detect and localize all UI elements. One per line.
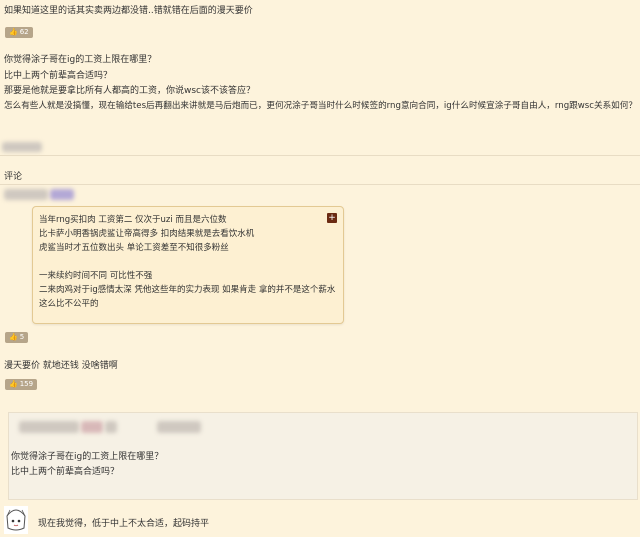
- like-button[interactable]: 👍 62: [5, 27, 33, 38]
- post-3-text: 漫天要价 就地还钱 没啥错啊: [4, 361, 118, 371]
- like-count: 5: [19, 333, 25, 341]
- reply-text: 现在我觉得，低于中上不太合适，起码持平: [38, 519, 210, 529]
- post-2-line-2: 比中上两个前辈高合适吗？: [4, 71, 113, 81]
- divider: [0, 184, 640, 185]
- bubble-line-3: 虎鲨当时才五位数出头 单论工资差至不知很多粉丝: [39, 243, 229, 253]
- bubble-line-7: 这么比不公平的: [39, 299, 99, 309]
- blurred-quoted-user: [81, 421, 103, 433]
- post-2-line-1: 你觉得涂子哥在ig的工资上限在哪里？: [4, 55, 157, 65]
- post-2-line-4: 怎么有些人就是没搞懂，现在输给tes后再翻出来讲就是马后炮而已，更何况涂子哥当时…: [4, 101, 637, 111]
- avatar[interactable]: [4, 506, 28, 534]
- thumb-up-icon: 👍: [9, 333, 18, 341]
- like-button[interactable]: 👍 5: [5, 332, 29, 343]
- divider: [0, 155, 640, 156]
- bubble-line-1: 当年rng买扣肉 工资第二 仅次于uzi 而且是六位数: [39, 215, 227, 225]
- like-count: 62: [19, 28, 29, 36]
- blurred-commenter: [4, 189, 48, 200]
- blurred-username: [2, 142, 42, 152]
- expand-button[interactable]: +: [327, 213, 337, 223]
- bubble-line-5: 一来续约时间不同 可比性不强: [39, 271, 153, 281]
- quote-line-2: 比中上两个前辈高合适吗？: [11, 467, 120, 477]
- blurred-quoted-user: [157, 421, 201, 433]
- post-2-line-3: 那要是他就是要拿比所有人都高的工资，你说wsc该不该答应？: [4, 86, 255, 96]
- bubble-line-2: 比卡萨小明香锅虎鲨让帝高得多 扣肉结果就是去看饮水机: [39, 229, 255, 239]
- comments-label: 评论: [4, 172, 23, 182]
- quote-box: 你觉得涂子哥在ig的工资上限在哪里？ 比中上两个前辈高合适吗？: [8, 412, 638, 500]
- anime-avatar-icon: [4, 506, 28, 534]
- blurred-quoted-user: [19, 421, 79, 433]
- bubble-line-6: 二来肉鸡对于ig感情太深 凭他这些年的实力表现 如果肯走 拿的并不是这个薪水: [39, 285, 336, 295]
- like-count: 159: [19, 380, 34, 388]
- thumb-up-icon: 👍: [9, 380, 18, 388]
- thumb-up-icon: 👍: [9, 28, 18, 36]
- post-1-text: 如果知道这里的话其实卖两边都没错..错就错在后面的漫天要价: [4, 6, 253, 16]
- blurred-quoted-user: [105, 421, 117, 433]
- quote-line-1: 你觉得涂子哥在ig的工资上限在哪里？: [11, 452, 164, 462]
- reply-bubble: + 当年rng买扣肉 工资第二 仅次于uzi 而且是六位数 比卡萨小明香锅虎鲨让…: [32, 206, 344, 324]
- like-button[interactable]: 👍 159: [5, 379, 38, 390]
- blurred-commenter-tag: [50, 189, 74, 200]
